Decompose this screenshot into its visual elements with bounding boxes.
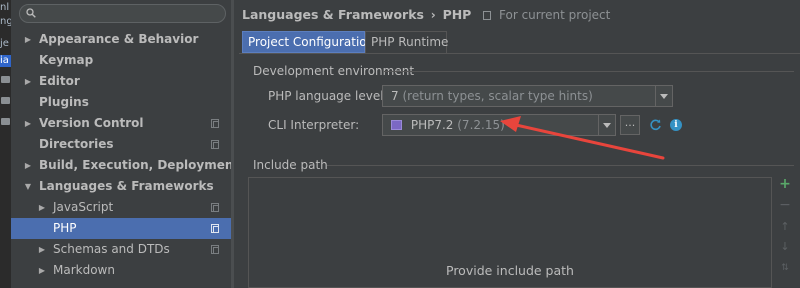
php-language-level-label: PHP language level: <box>268 89 388 103</box>
cli-interpreter-name: PHP7.2 <box>410 118 454 132</box>
project-scope-icon <box>483 11 492 20</box>
sidebar-item-build-execution-deployment[interactable]: ▶ Build, Execution, Deployment <box>11 155 239 176</box>
sidebar-item-keymap[interactable]: Keymap <box>11 50 231 71</box>
chevron-right-icon[interactable]: ▶ <box>37 197 47 218</box>
sidebar-item-label: Appearance & Behavior <box>39 32 199 46</box>
breadcrumb-item: PHP <box>442 7 472 22</box>
add-icon[interactable]: + <box>779 177 791 191</box>
section-divider <box>327 165 794 166</box>
language-level-hint: (return types, scalar type hints) <box>402 89 593 103</box>
language-level-number: 7 <box>391 89 399 103</box>
cli-interpreter-version: (7.2.15) <box>457 118 505 132</box>
breadcrumb-separator: › <box>430 8 436 22</box>
cli-interpreter-value: PHP7.2 (7.2.15) <box>391 115 505 135</box>
sidebar-item-editor[interactable]: ▶ Editor <box>11 71 231 92</box>
remove-icon[interactable]: − <box>779 198 791 212</box>
sidebar-item-label: Directories <box>39 137 114 151</box>
info-icon[interactable]: i <box>670 119 682 131</box>
chevron-down-icon[interactable] <box>655 86 672 106</box>
chevron-right-icon[interactable]: ▶ <box>23 113 33 134</box>
project-scope-icon <box>211 119 219 128</box>
sidebar-item-label: JavaScript <box>53 200 114 214</box>
move-up-icon[interactable]: ↑ <box>779 220 791 234</box>
breadcrumb-item: Languages & Frameworks <box>242 7 424 22</box>
php-language-level-value: 7 (return types, scalar type hints) <box>391 86 593 106</box>
settings-sidebar: ▶ Appearance & Behavior Keymap ▶ Editor Plugi… <box>11 0 239 288</box>
sidebar-item-javascript[interactable]: ▶ JavaScript <box>11 197 231 218</box>
folder-icon <box>1 118 10 125</box>
editor-edge-strip: nl ng je ia <box>0 0 11 288</box>
section-title-include-path: Include path <box>253 158 328 172</box>
sidebar-item-label: Keymap <box>39 53 94 67</box>
refresh-icon[interactable] <box>649 118 662 131</box>
chevron-right-icon[interactable]: ▶ <box>37 239 47 260</box>
section-divider <box>384 71 794 72</box>
cli-interpreter-select[interactable]: PHP7.2 (7.2.15) <box>382 114 616 136</box>
sidebar-item-schemas-and-dtds[interactable]: ▶ Schemas and DTDs <box>11 239 231 260</box>
chevron-right-icon[interactable]: ▶ <box>23 155 33 176</box>
sidebar-item-php[interactable]: PHP <box>11 218 231 239</box>
tab-project-configuration[interactable]: Project Configuration <box>242 31 374 53</box>
sidebar-item-label: Version Control <box>39 116 144 130</box>
sidebar-item-languages-frameworks[interactable]: ▼ Languages & Frameworks <box>11 176 231 197</box>
sidebar-item-label: Schemas and DTDs <box>53 242 170 256</box>
folder-icon <box>1 76 10 83</box>
php-language-level-select[interactable]: 7 (return types, scalar type hints) <box>382 85 673 107</box>
project-scope-icon <box>211 140 219 149</box>
sidebar-item-appearance-behavior[interactable]: ▶ Appearance & Behavior <box>11 29 231 50</box>
search-input[interactable] <box>42 6 222 21</box>
tab-php-runtime[interactable]: PHP Runtime <box>365 31 448 53</box>
scope-label: For current project <box>499 8 611 22</box>
sidebar-item-label: Languages & Frameworks <box>39 179 214 193</box>
edge-text-fragment: ia <box>0 55 9 66</box>
project-scope-icon <box>211 245 219 254</box>
chevron-right-icon[interactable]: ▶ <box>23 29 33 50</box>
project-scope-icon <box>211 203 219 212</box>
sidebar-item-directories[interactable]: Directories <box>11 134 231 155</box>
sidebar-item-label: Markdown <box>53 263 115 277</box>
settings-main-panel: Languages & Frameworks › PHP For current… <box>234 0 800 288</box>
cli-interpreter-label: CLI Interpreter: <box>268 118 360 132</box>
sidebar-item-markdown[interactable]: ▶ Markdown <box>11 260 231 281</box>
browse-interpreters-button[interactable]: ... <box>620 115 640 135</box>
sidebar-item-label: PHP <box>53 221 77 235</box>
sidebar-item-label: Plugins <box>39 95 89 109</box>
edge-text-fragment: ng <box>0 16 11 27</box>
settings-search[interactable] <box>19 4 226 23</box>
include-path-empty-text[interactable]: Provide include path <box>249 263 771 278</box>
php-icon <box>391 120 402 130</box>
sidebar-item-label: Editor <box>39 74 80 88</box>
edge-text-fragment: nl <box>0 2 10 13</box>
chevron-down-icon[interactable]: ▼ <box>23 176 33 197</box>
breadcrumb: Languages & Frameworks › PHP For current… <box>242 6 610 24</box>
project-scope-icon <box>211 224 219 233</box>
include-path-list[interactable]: Provide include path <box>248 177 772 288</box>
sidebar-item-plugins[interactable]: Plugins <box>11 92 231 113</box>
folder-icon <box>1 97 10 104</box>
move-down-icon[interactable]: ↓ <box>779 240 791 254</box>
sidebar-item-version-control[interactable]: ▶ Version Control <box>11 113 231 134</box>
chevron-right-icon[interactable]: ▶ <box>23 71 33 92</box>
chevron-right-icon[interactable]: ▶ <box>37 260 47 281</box>
settings-tree: ▶ Appearance & Behavior Keymap ▶ Editor Plugi… <box>11 29 239 281</box>
chevron-down-icon[interactable] <box>598 115 615 135</box>
sidebar-item-label: Build, Execution, Deployment <box>39 158 240 172</box>
include-path-toolbar: + − ↑ ↓ ⇅ <box>775 177 795 288</box>
sort-icon[interactable]: ⇅ <box>779 261 791 275</box>
search-icon <box>26 8 36 18</box>
edge-text-fragment: je <box>0 38 9 49</box>
